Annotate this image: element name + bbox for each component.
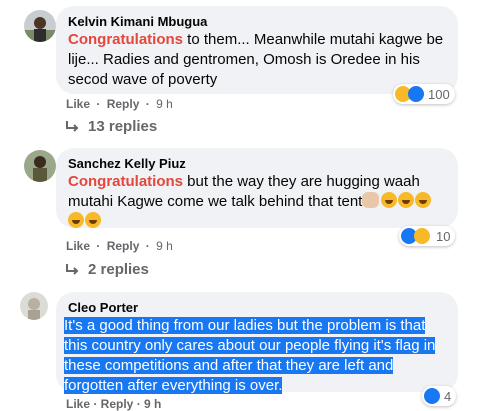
comment-actions: Like · Reply · 9 h [66,97,173,111]
view-replies-button[interactable]: 13 replies [66,118,157,135]
avatar-photo [24,150,56,182]
reaction-count: 10 [436,228,451,244]
separator: · [145,239,150,253]
avatar[interactable] [20,292,48,320]
comment-bubble: Cleo Porter It's a good thing from our l… [56,292,458,394]
comment-author[interactable]: Cleo Porter [68,300,446,316]
laughing-emoji [381,192,398,208]
dog-emoji [362,192,380,208]
comment-actions-partial: Like · Reply · 9 h [66,397,161,411]
reaction-summary[interactable]: 10 [399,226,456,246]
comment-bubble: Kelvin Kimani Mbugua Congratulations to … [56,6,458,94]
reply-arrow-icon [66,263,79,275]
comment-text: It's a good thing from our ladies but th… [64,316,446,396]
reply-arrow-icon [66,120,79,132]
laughing-emoji [85,212,101,228]
timestamp[interactable]: 9 h [156,239,173,253]
selected-text-line: this country only cares about our people… [64,337,436,354]
reaction-count: 100 [428,86,450,102]
laughing-emoji [68,212,84,228]
like-link[interactable]: Like [66,239,90,253]
reaction-summary[interactable]: 100 [393,84,455,104]
replies-count: 13 replies [88,118,158,135]
reply-link[interactable]: Reply [107,97,140,111]
avatar-photo [24,10,56,42]
reply-link[interactable]: Reply [107,239,140,253]
like-link[interactable]: Like [66,97,90,111]
congrats-highlight: Congratulations [68,173,183,190]
comment-author[interactable]: Sanchez Kelly Piuz [68,156,446,172]
separator: · [96,97,101,111]
comment-bubble: Sanchez Kelly Piuz Congratulations but t… [56,148,458,228]
like-reaction-icon [408,86,424,102]
selected-text-line: these competitions and after that they a… [64,357,394,374]
selected-text-line: It's a good thing from our ladies but th… [64,317,426,334]
selected-text-line: forgotten after everything is over. [64,377,283,394]
view-replies-button[interactable]: 2 replies [66,261,149,278]
comment-text: Congratulations to them... Meanwhile mut… [68,30,446,90]
separator: · [96,239,101,253]
partial-actions[interactable]: Like · Reply · 9 h [66,397,161,411]
timestamp[interactable]: 9 h [156,97,173,111]
comment-text: Congratulations but the way they are hug… [68,172,446,232]
avatar-photo [20,292,48,320]
comment-author[interactable]: Kelvin Kimani Mbugua [68,14,446,30]
congrats-highlight: Congratulations [68,31,183,48]
avatar[interactable] [24,10,56,42]
reaction-count: 4 [444,388,452,404]
laughing-emoji [398,192,415,208]
haha-reaction-icon [414,228,430,244]
replies-count: 2 replies [88,261,149,278]
separator: · [145,97,150,111]
laughing-emoji [415,192,432,208]
comment-actions: Like · Reply · 9 h [66,239,173,253]
avatar[interactable] [24,150,56,182]
reaction-summary[interactable]: 4 [422,386,457,406]
